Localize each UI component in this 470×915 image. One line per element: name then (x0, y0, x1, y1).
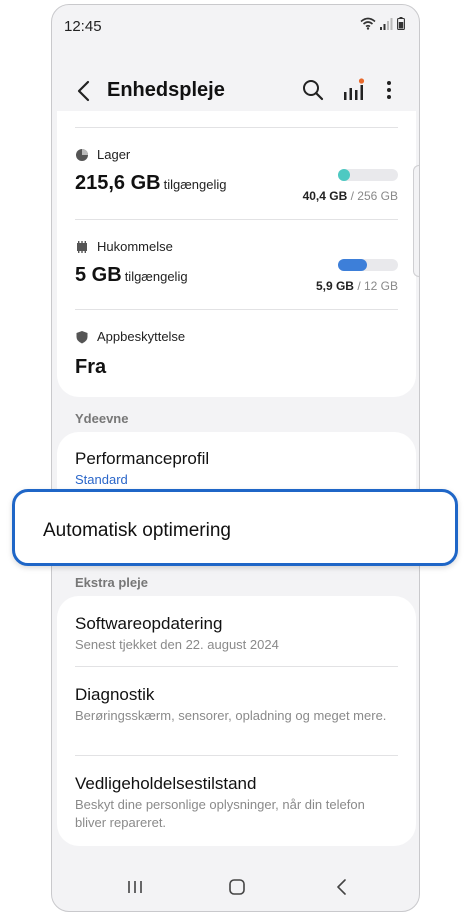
item-title: Softwareopdatering (75, 614, 223, 633)
storage-suffix: tilgængelig (163, 177, 227, 192)
item-subtitle: Berøringsskærm, sensorer, opladning og m… (75, 708, 387, 723)
more-options-icon[interactable] (376, 77, 402, 103)
item-subtitle: Beskyt dine personlige oplysninger, når … (75, 797, 365, 830)
storage-usage: 40,4 GB / 256 GB (303, 189, 398, 203)
section-header-performance: Ydeevne (75, 411, 129, 426)
divider (75, 127, 398, 128)
performance-profile-value: Standard (75, 472, 128, 487)
app-protection-value: Fra (75, 356, 107, 378)
performance-profile-row[interactable]: Performanceprofil Standard (75, 449, 398, 489)
memory-usage: 5,9 GB / 12 GB (316, 279, 398, 293)
divider (75, 755, 398, 756)
shield-icon (76, 330, 88, 343)
divider (75, 219, 398, 220)
storage-used: 40,4 GB (302, 189, 348, 203)
storage-bar (338, 169, 398, 181)
item-title: Diagnostik (75, 685, 155, 704)
storage-label-row: Lager (75, 147, 398, 162)
stats-icon[interactable] (340, 77, 366, 103)
list-item-software-update[interactable]: Softwareopdatering Senest tjekket den 22… (75, 614, 398, 654)
app-protection-label: Appbeskyttelse (97, 329, 186, 344)
home-icon[interactable] (222, 873, 252, 901)
memory-label: Hukommelse (97, 239, 173, 254)
device-status-card: Lager 215,6 GB tilgængelig 40,4 GB / 256 … (57, 111, 416, 397)
memory-bar-fill (338, 259, 368, 271)
search-icon[interactable] (300, 77, 326, 103)
phone-screen: 12:45 Enhedspleje Lager 215,6 GB tilgæng… (51, 4, 420, 912)
scroll-handle[interactable] (413, 165, 419, 277)
auto-optimization-item[interactable]: Automatisk optimering (12, 489, 458, 566)
memory-label-row: Hukommelse (75, 239, 398, 254)
item-title: Vedligeholdelsestilstand (75, 774, 257, 793)
memory-suffix: tilgængelig (124, 269, 188, 284)
status-time: 12:45 (64, 18, 102, 35)
memory-chip-icon (77, 240, 87, 253)
memory-used: 5,9 GB (315, 279, 354, 293)
storage-pie-icon (76, 148, 88, 161)
section-header-extra-care: Ekstra pleje (75, 575, 148, 590)
app-header: Enhedspleje (52, 65, 419, 117)
extra-care-card: Softwareopdatering Senest tjekket den 22… (57, 596, 416, 846)
storage-available: 215,6 GB (75, 172, 161, 194)
app-protection-label-row: Appbeskyttelse (75, 329, 398, 344)
status-icons (360, 17, 405, 30)
list-item-maintenance-mode[interactable]: Vedligeholdelsestilstand Beskyt dine per… (75, 774, 398, 832)
notification-dot-icon (358, 78, 365, 84)
navigation-bar (52, 863, 419, 911)
list-item-diagnostics[interactable]: Diagnostik Berøringsskærm, sensorer, opl… (75, 685, 398, 725)
page-title: Enhedspleje (107, 79, 225, 101)
recent-apps-icon[interactable] (120, 873, 150, 901)
back-nav-icon[interactable] (327, 873, 357, 901)
divider (75, 309, 398, 310)
performance-profile-title: Performanceprofil (75, 449, 210, 468)
storage-total: / 256 GB (350, 189, 398, 203)
item-subtitle: Senest tjekket den 22. august 2024 (75, 637, 279, 652)
status-bar: 12:45 (52, 5, 419, 45)
auto-optimization-label: Automatisk optimering (43, 520, 231, 541)
divider (75, 666, 398, 667)
memory-bar (338, 259, 398, 271)
wifi-icon (360, 17, 376, 30)
memory-available: 5 GB (75, 264, 122, 286)
back-arrow-icon[interactable] (72, 77, 96, 105)
storage-bar-fill (338, 169, 350, 181)
storage-label: Lager (97, 147, 131, 162)
memory-total: / 12 GB (357, 279, 398, 293)
signal-icon (380, 17, 393, 30)
app-protection-row[interactable]: Appbeskyttelse Fra (75, 329, 398, 379)
battery-icon (397, 17, 405, 30)
